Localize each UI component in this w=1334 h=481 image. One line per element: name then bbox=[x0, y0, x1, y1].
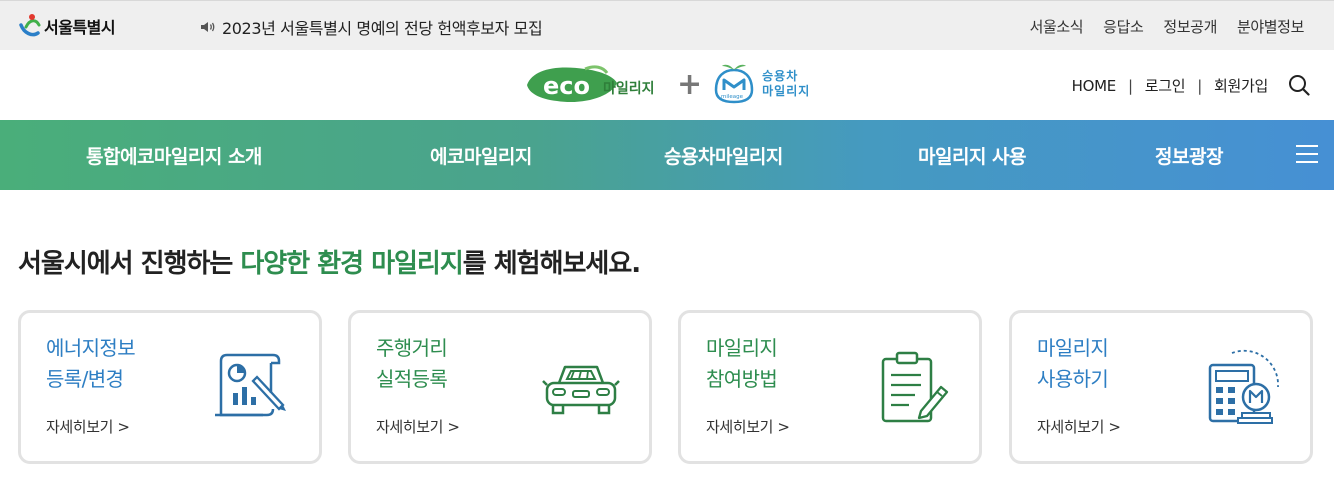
car-logo-badge: mileage bbox=[721, 94, 744, 100]
seoul-logo-text: 서울특별시 bbox=[44, 18, 116, 37]
hamburger-menu-icon[interactable] bbox=[1294, 143, 1320, 165]
logo-plus: + bbox=[677, 66, 703, 102]
car-logo-line1: 승용차 bbox=[762, 69, 799, 83]
eco-logo-sub: 마일리지 bbox=[603, 81, 655, 97]
card-title-line1: 주행거리 bbox=[376, 336, 448, 360]
card-title-line2: 사용하기 bbox=[1037, 367, 1109, 391]
card-mileage-use[interactable]: 마일리지 사용하기 자세히보기 > bbox=[1009, 310, 1313, 464]
util-link-seoul-news[interactable]: 서울소식 bbox=[1030, 16, 1084, 37]
card-more-link[interactable]: 자세히보기 > bbox=[46, 416, 130, 437]
header-links: HOME | 로그인 | 회원가입 bbox=[1072, 75, 1269, 96]
nav-item-car-mileage[interactable]: 승용차마일리지 bbox=[664, 142, 783, 169]
heading-pre: 서울시에서 진행하는 bbox=[18, 249, 241, 279]
eco-logo-text: eco bbox=[543, 72, 590, 100]
notice-ticker[interactable]: 2023년 서울특별시 명예의 전당 헌액후보자 모집 bbox=[200, 15, 543, 39]
top-utility-bar: 서울특별시 2023년 서울특별시 명예의 전당 헌액후보자 모집 서울소식 응… bbox=[0, 0, 1334, 50]
card-participation[interactable]: 마일리지 참여방법 자세히보기 > bbox=[678, 310, 982, 464]
card-title: 주행거리 실적등록 bbox=[376, 333, 448, 395]
util-link-info-disclosure[interactable]: 정보공개 bbox=[1163, 16, 1217, 37]
brand-logo[interactable]: eco 마일리지 + mileage 승용차 마일리지 bbox=[523, 60, 810, 108]
card-title: 에너지정보 등록/변경 bbox=[46, 333, 136, 395]
seoul-logo[interactable]: 서울특별시 bbox=[18, 13, 116, 39]
heading-post: 를 체험해보세요. bbox=[462, 249, 641, 279]
nav-item-eco-mileage[interactable]: 에코마일리지 bbox=[430, 142, 532, 169]
main-navigation: 통합에코마일리지 소개 에코마일리지 승용차마일리지 마일리지 사용 정보광장 bbox=[0, 120, 1334, 190]
card-title-line1: 마일리지 bbox=[1037, 336, 1109, 360]
nav-item-mileage-use[interactable]: 마일리지 사용 bbox=[918, 142, 1027, 169]
clipboard-pen-icon bbox=[881, 351, 949, 423]
car-mileage-icon: mileage bbox=[714, 64, 754, 104]
nav-item-integrated-intro[interactable]: 통합에코마일리지 소개 bbox=[86, 142, 262, 169]
util-link-field-info[interactable]: 분야별정보 bbox=[1237, 16, 1304, 37]
card-title-line2: 등록/변경 bbox=[46, 367, 124, 391]
card-driving-distance[interactable]: 주행거리 실적등록 자세히보기 > bbox=[348, 310, 652, 464]
heading-highlight: 다양한 환경 마일리지 bbox=[240, 249, 463, 279]
car-logo-label: 승용차 마일리지 bbox=[762, 69, 810, 99]
section-heading: 서울시에서 진행하는 다양한 환경 마일리지를 체험해보세요. bbox=[18, 243, 641, 280]
eco-mileage-logo: eco 마일리지 bbox=[527, 65, 655, 103]
site-header: eco 마일리지 + mileage 승용차 마일리지 HOME | 로그인 |… bbox=[0, 50, 1334, 120]
home-link[interactable]: HOME bbox=[1072, 77, 1117, 95]
speaker-icon bbox=[201, 22, 215, 32]
card-more-link[interactable]: 자세히보기 > bbox=[1037, 416, 1121, 437]
login-link[interactable]: 로그인 bbox=[1145, 75, 1186, 96]
car-mileage-logo: mileage 승용차 마일리지 bbox=[710, 60, 810, 108]
card-more-link[interactable]: 자세히보기 > bbox=[706, 416, 790, 437]
energy-report-icon bbox=[215, 353, 286, 417]
signup-link[interactable]: 회원가입 bbox=[1214, 75, 1268, 96]
link-separator: | bbox=[1197, 76, 1202, 95]
card-title: 마일리지 사용하기 bbox=[1037, 333, 1109, 395]
notice-text[interactable]: 2023년 서울특별시 명예의 전당 헌액후보자 모집 bbox=[222, 15, 543, 39]
link-separator: | bbox=[1127, 76, 1133, 95]
card-title-line2: 참여방법 bbox=[706, 367, 778, 391]
card-more-link[interactable]: 자세히보기 > bbox=[376, 416, 460, 437]
util-link-eungdapso[interactable]: 응답소 bbox=[1103, 16, 1144, 37]
card-energy-info[interactable]: 에너지정보 등록/변경 자세히보기 > bbox=[18, 310, 322, 464]
nav-item-info-plaza[interactable]: 정보광장 bbox=[1155, 142, 1223, 169]
search-icon[interactable] bbox=[1288, 74, 1310, 96]
car-logo-line2: 마일리지 bbox=[762, 84, 811, 98]
card-title-line1: 마일리지 bbox=[706, 336, 778, 360]
card-title-line2: 실적등록 bbox=[376, 367, 448, 391]
utility-links: 서울소식 응답소 정보공개 분야별정보 bbox=[1030, 16, 1305, 37]
card-title-line1: 에너지정보 bbox=[46, 336, 136, 360]
card-title: 마일리지 참여방법 bbox=[706, 333, 778, 395]
car-icon bbox=[542, 365, 620, 415]
calculator-coin-icon bbox=[1208, 349, 1279, 424]
seoul-logo-icon bbox=[19, 14, 41, 37]
